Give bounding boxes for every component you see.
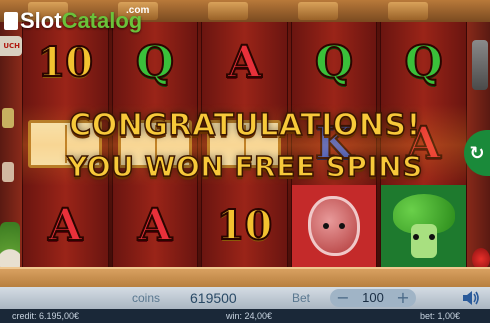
reel: 10 A: [22, 22, 109, 267]
win-status: win: 24,00€: [226, 311, 273, 321]
broccoli-icon: [392, 193, 455, 258]
frame-segment: [208, 2, 248, 20]
bet-increase-button[interactable]: +: [394, 289, 412, 307]
congrats-title: CONGRATULATIONS!: [68, 107, 421, 144]
logo-tld-text: .com: [126, 5, 150, 16]
symbol-ace: A: [202, 22, 287, 104]
symbol-ten: 10: [202, 185, 287, 267]
logo-mark-icon: [4, 12, 18, 30]
bet-label: Bet: [292, 291, 311, 305]
steak-symbol: [291, 185, 377, 267]
symbol-queen-text: Q: [135, 36, 175, 88]
symbol-ten-text: 10: [36, 38, 94, 86]
symbol-ten-text: 10: [216, 201, 274, 249]
frame-segment: [298, 2, 338, 20]
coins-value: 619500: [190, 290, 237, 306]
credit-status: credit: 6.195,00€: [12, 311, 80, 321]
symbol-ace-text: A: [226, 36, 262, 88]
bet-value: 100: [362, 290, 384, 305]
left-decoration: [2, 108, 14, 128]
control-bar: coins 619500 Bet − 100 +: [0, 287, 490, 309]
status-bar: credit: 6.195,00€ win: 24,00€ bet: 1,00€: [0, 309, 490, 323]
reel-grid: 10 A Q A A 10 Q K Q A: [22, 22, 467, 267]
bet-stepper[interactable]: − 100 +: [330, 289, 416, 307]
speaker-icon[interactable]: [461, 290, 481, 306]
symbol-queen-text: Q: [314, 36, 354, 88]
free-spins-message: YOU WON FREE SPINS: [66, 149, 423, 184]
slotcatalog-logo: Slot Catalog .com: [4, 5, 149, 38]
symbol-queen: Q: [381, 22, 466, 104]
side-badge: UCH: [0, 36, 22, 56]
reel: QK: [290, 22, 378, 267]
symbol-ace: A: [23, 185, 108, 267]
right-decoration: [472, 40, 488, 90]
frame-segment: [388, 2, 428, 20]
left-decoration: [2, 162, 14, 182]
garlic-decoration: [0, 222, 20, 272]
steak-icon: [308, 195, 361, 256]
reel: A 10: [201, 22, 288, 267]
reel: QA: [380, 22, 467, 267]
bet-decrease-button[interactable]: −: [334, 289, 352, 307]
symbol-ace-text: A: [47, 199, 83, 251]
logo-slot-text: Slot: [20, 8, 62, 33]
symbol-queen: Q: [292, 22, 377, 104]
bet-status: bet: 1,00€: [420, 311, 461, 321]
symbol-ace: A: [113, 185, 198, 267]
coins-label: coins: [132, 291, 161, 305]
broccoli-symbol: [381, 185, 466, 267]
symbol-queen-text: Q: [403, 36, 443, 88]
reel: QA: [111, 22, 199, 267]
symbol-ace-text: A: [137, 199, 173, 251]
